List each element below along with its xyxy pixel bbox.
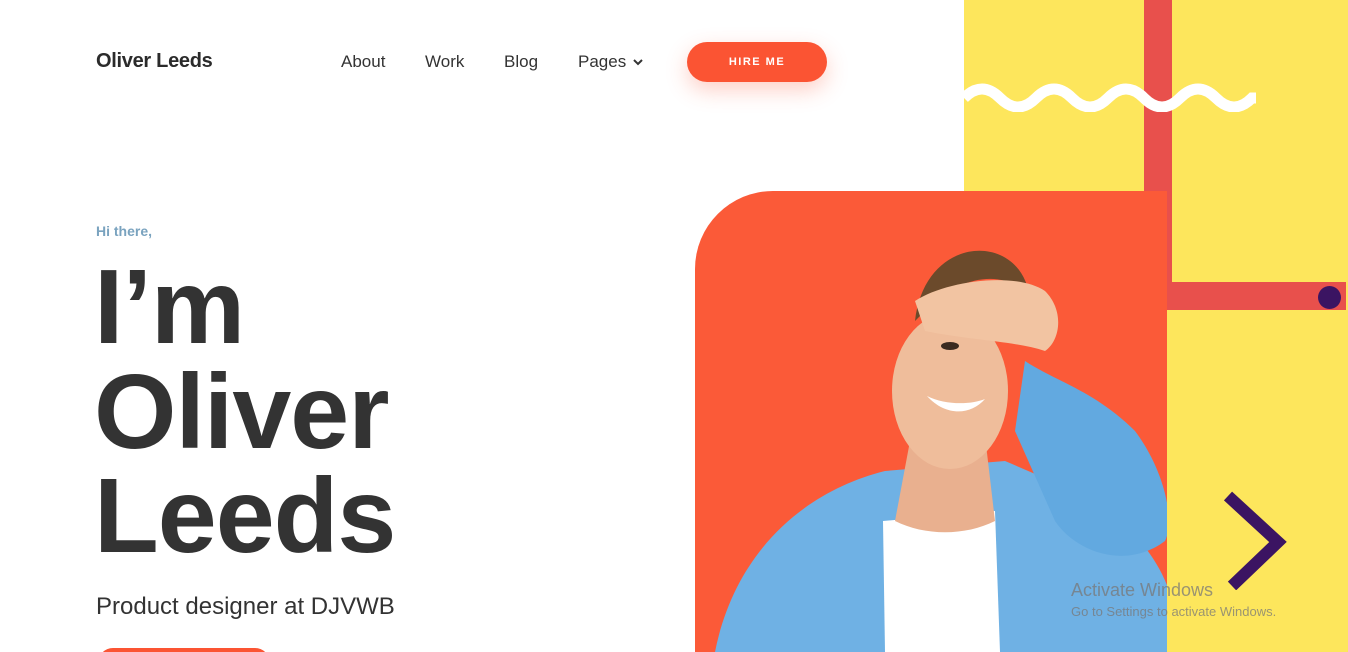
activate-windows-subtitle: Go to Settings to activate Windows. (1071, 604, 1277, 619)
activate-windows-title: Activate Windows (1071, 580, 1214, 600)
hero-title-line-3: Leeds (94, 457, 396, 575)
decorative-red-bar-horizontal (1144, 282, 1346, 310)
hero-title-line-1: I’m (94, 248, 245, 366)
decorative-chevron-icon (1223, 491, 1287, 590)
chevron-down-icon (633, 59, 643, 66)
hero-title-line-2: Oliver (94, 353, 390, 471)
nav-link-work[interactable]: Work (425, 52, 464, 72)
greeting-text: Hi there, (96, 223, 153, 239)
decorative-wavy-line (964, 83, 1256, 112)
site-logo[interactable]: Oliver Leeds (96, 50, 213, 73)
decorative-purple-dot (1318, 286, 1341, 309)
hero-subtitle: Product designer at DJVWB (96, 593, 395, 620)
nav-link-pages[interactable]: Pages (578, 52, 644, 72)
nav-link-about[interactable]: About (341, 52, 385, 72)
nav-link-blog[interactable]: Blog (504, 52, 538, 72)
hero-cta-button[interactable] (98, 648, 270, 652)
nav-link-pages-label: Pages (578, 52, 627, 71)
hire-me-button[interactable]: HIRE ME (687, 42, 827, 82)
